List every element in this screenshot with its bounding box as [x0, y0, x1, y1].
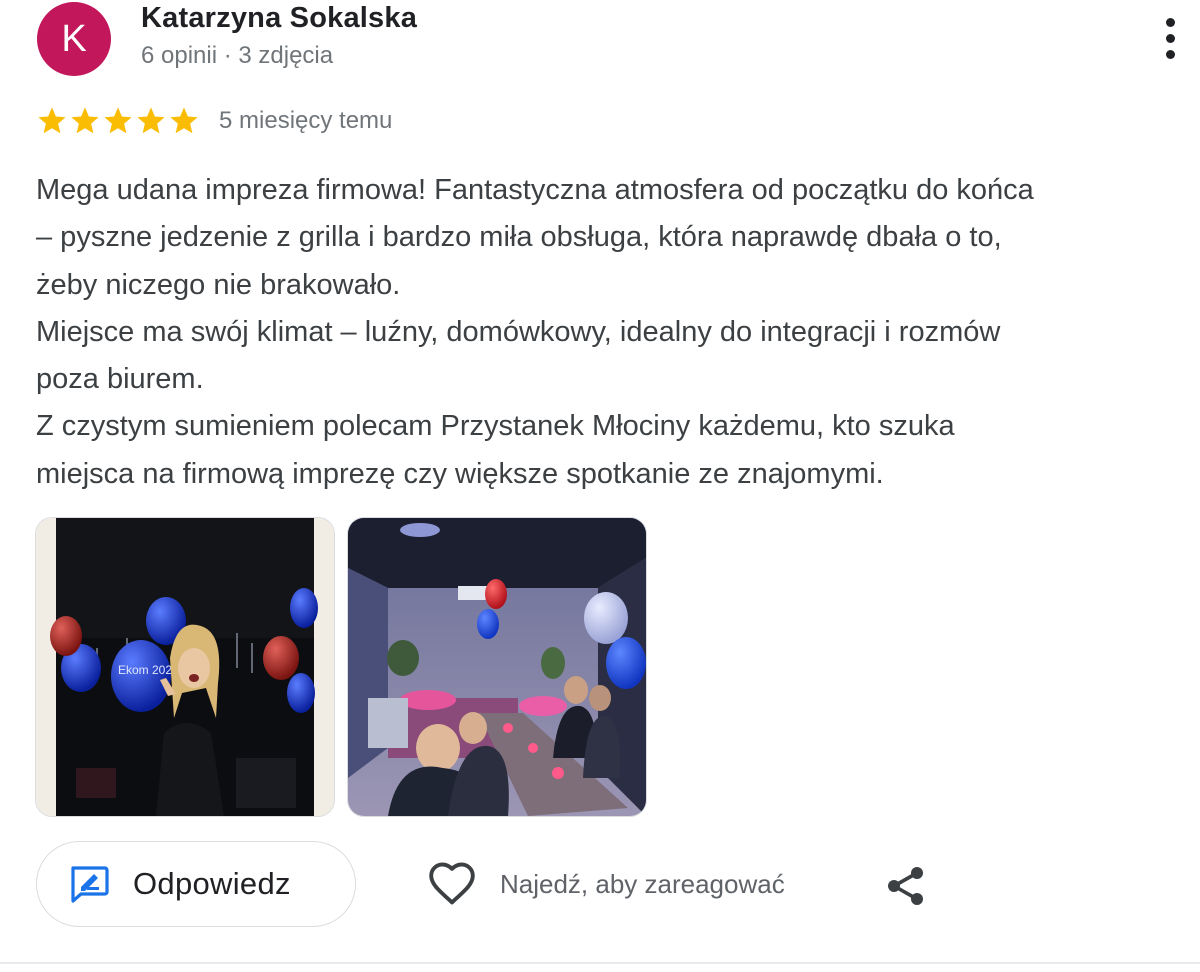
heart-icon[interactable]: [426, 858, 478, 910]
more-options-button[interactable]: [1150, 14, 1190, 62]
svg-text:Ekom 2025: Ekom 2025: [118, 663, 179, 677]
review-text-line: Mega udana impreza firmowa! Fantastyczna…: [36, 174, 1034, 206]
react-hint: Najedź, aby zareagować: [500, 869, 785, 899]
review-text-line: Miejsce ma swój klimat – luźny, domówkow…: [36, 315, 1001, 348]
rating-row: 5 miesięcy temu: [36, 103, 392, 139]
author-meta: 6 opinii · 3 zdjęcia: [141, 42, 334, 69]
reply-button-label: Odpowiedz: [133, 866, 291, 901]
review-photo-2[interactable]: [348, 518, 646, 816]
star-icon: [137, 107, 165, 134]
review-text-line: – pyszne jedzenie z grilla i bardzo miła…: [36, 221, 1002, 254]
photo-party-balloons: Ekom 2025: [36, 518, 334, 816]
author-name[interactable]: Katarzyna Sokalska: [141, 2, 417, 35]
review-text-line: miejsca na firmową imprezę czy większe s…: [36, 457, 884, 490]
avatar[interactable]: K: [37, 2, 111, 76]
star-icon: [170, 107, 198, 134]
star-rating: [36, 105, 200, 137]
more-vert-icon: [1165, 17, 1175, 27]
photo-restaurant-interior: [348, 518, 646, 816]
reply-button[interactable]: Odpowiedz: [36, 841, 356, 927]
review-text-line: Z czystym sumieniem polecam Przystanek M…: [36, 410, 955, 443]
star-icon: [104, 107, 132, 134]
divider: [0, 962, 1200, 964]
review-text-line: żeby niczego nie brakowało.: [36, 268, 401, 301]
review-text: Mega udana impreza firmowa! Fantastyczna…: [36, 167, 1186, 498]
share-icon[interactable]: [882, 862, 930, 910]
review-photo-1[interactable]: Ekom 2025: [36, 518, 334, 816]
reply-icon: [67, 862, 111, 906]
star-icon: [71, 107, 99, 134]
review-text-line: poza biurem.: [36, 363, 204, 396]
review-time: 5 miesięcy temu: [219, 107, 393, 134]
star-icon: [38, 107, 66, 134]
